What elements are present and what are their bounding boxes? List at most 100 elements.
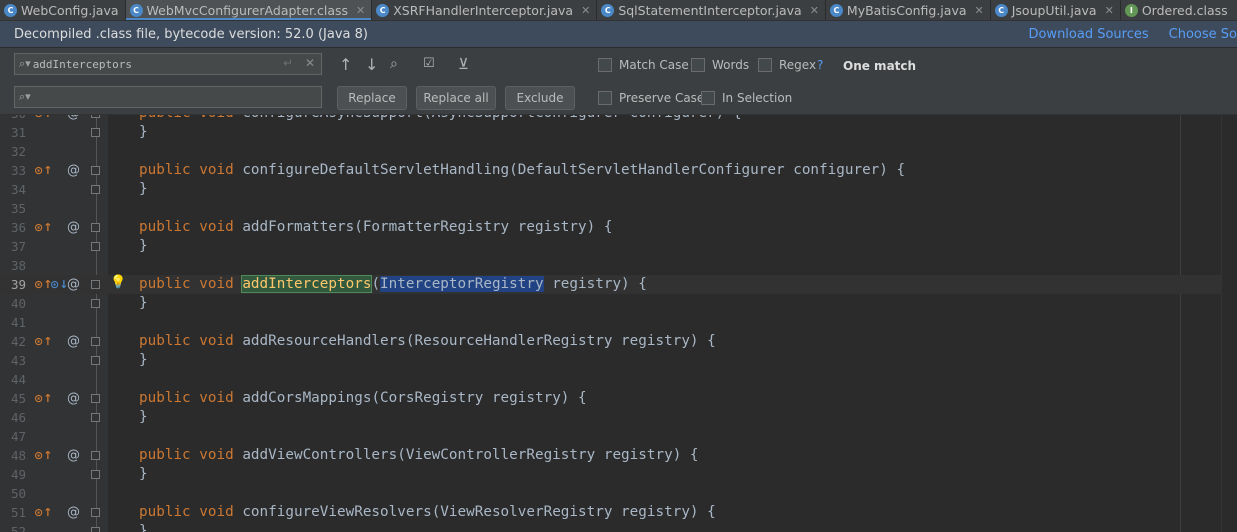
fold-marker-icon[interactable] <box>91 223 100 232</box>
newline-icon[interactable]: ↵ <box>283 56 293 70</box>
tab-4[interactable]: C MyBatisConfig.java ✕ <box>826 0 991 20</box>
override-method-icon[interactable]: ⊙↑ <box>34 446 52 465</box>
code-text[interactable]: public void configureViewResolvers(ViewR… <box>139 503 716 522</box>
search-history-icon[interactable]: ⌕▾ <box>19 57 31 71</box>
code-line[interactable]: 47 <box>0 427 1237 446</box>
override-method-icon[interactable]: ⊙↑ <box>34 115 52 123</box>
code-text[interactable]: public void addViewControllers(ViewContr… <box>139 446 699 465</box>
tab-6[interactable]: IOrdered.class✕ <box>1121 0 1237 20</box>
tab-0[interactable]: C WebConfig.java <box>0 0 126 20</box>
in-selection-checkbox[interactable]: In Selection <box>701 91 792 105</box>
code-line[interactable]: 46} <box>0 408 1237 427</box>
code-text[interactable]: } <box>139 123 148 142</box>
override-method-icon[interactable]: ⊙↑ <box>34 332 52 351</box>
choose-sources-link[interactable]: Choose So <box>1169 27 1237 42</box>
previous-occurrence-icon[interactable]: ↑ <box>339 55 352 74</box>
code-line[interactable]: 44 <box>0 370 1237 389</box>
fold-marker-icon[interactable] <box>91 299 100 308</box>
code-line[interactable]: 49} <box>0 465 1237 484</box>
fold-marker-icon[interactable] <box>91 451 100 460</box>
code-line[interactable]: 48 ⊙↑ @ public void addViewControllers(View… <box>0 446 1237 465</box>
code-line[interactable]: 45 ⊙↑ @ public void addCorsMappings(CorsReg… <box>0 389 1237 408</box>
close-tab-icon[interactable]: ✕ <box>810 4 819 17</box>
fold-marker-icon[interactable] <box>91 280 100 289</box>
code-line[interactable]: 38 <box>0 256 1237 275</box>
fold-marker-icon[interactable] <box>91 508 100 517</box>
code-line[interactable]: 42 ⊙↑ @ public void addResourceHandlers(Res… <box>0 332 1237 351</box>
code-text[interactable]: } <box>139 408 148 427</box>
override-method-icon[interactable]: ⊙↑ <box>34 161 52 180</box>
fold-marker-icon[interactable] <box>91 185 100 194</box>
replace-button[interactable]: Replace <box>337 86 407 110</box>
match-case-checkbox[interactable]: Match Case <box>598 58 689 72</box>
code-line[interactable]: 39 ⊙↑ ⊙↓ @ 💡 public void addInterceptors(Inte… <box>0 275 1237 294</box>
clear-search-icon[interactable]: ✕ <box>305 56 315 70</box>
find-all-occurrences-icon[interactable]: ⌕ <box>390 56 398 72</box>
code-text[interactable]: } <box>139 180 148 199</box>
code-line[interactable]: 37} <box>0 237 1237 256</box>
code-text[interactable]: public void addCorsMappings(CorsRegistry… <box>139 389 587 408</box>
code-line[interactable]: 43} <box>0 351 1237 370</box>
code-text[interactable]: } <box>139 351 148 370</box>
close-tab-icon[interactable]: ✕ <box>581 4 590 17</box>
close-tab-icon[interactable]: ✕ <box>1105 4 1114 17</box>
fold-marker-icon[interactable] <box>91 470 100 479</box>
fold-marker-icon[interactable] <box>91 337 100 346</box>
download-sources-link[interactable]: Download Sources <box>1028 27 1148 42</box>
fold-marker-icon[interactable] <box>91 356 100 365</box>
regex-checkbox[interactable]: Regex <box>758 58 816 72</box>
code-text[interactable]: public void addResourceHandlers(Resource… <box>139 332 716 351</box>
checkbox-box[interactable] <box>691 58 705 72</box>
code-text[interactable]: } <box>139 465 148 484</box>
code-line[interactable]: 50 <box>0 484 1237 503</box>
checkbox-box[interactable] <box>598 91 612 105</box>
replace-history-icon[interactable]: ⌕▾ <box>19 90 31 104</box>
code-line[interactable]: 51 ⊙↑ @ public void configureViewResolvers(… <box>0 503 1237 522</box>
filter-icon[interactable]: ⊻ <box>458 55 469 73</box>
code-line[interactable]: 35 <box>0 199 1237 218</box>
code-line[interactable]: 31} <box>0 123 1237 142</box>
code-line[interactable]: 41 <box>0 313 1237 332</box>
implemented-method-icon[interactable]: ⊙↓ <box>50 275 68 294</box>
checkbox-box[interactable] <box>701 91 715 105</box>
exclude-button[interactable]: Exclude <box>505 86 575 110</box>
checkbox-box[interactable] <box>758 58 772 72</box>
next-occurrence-icon[interactable]: ↓ <box>365 55 378 74</box>
code-line[interactable]: 34} <box>0 180 1237 199</box>
search-value[interactable]: addInterceptors <box>33 58 132 71</box>
code-text[interactable]: public void configureDefaultServletHandl… <box>139 161 905 180</box>
code-text[interactable]: public void configureAsyncSupport(AsyncS… <box>139 115 742 123</box>
close-tab-icon[interactable]: ✕ <box>356 4 365 17</box>
code-line[interactable]: 32 <box>0 142 1237 161</box>
tab-2[interactable]: C XSRFHandlerInterceptor.java ✕ <box>372 0 598 20</box>
search-field[interactable]: ⌕▾ addInterceptors ↵ ✕ <box>14 53 322 75</box>
code-line[interactable]: 40} <box>0 294 1237 313</box>
code-text[interactable]: } <box>139 294 148 313</box>
select-all-occurrences-icon[interactable]: ☑ <box>423 56 435 71</box>
checkbox-box[interactable] <box>598 58 612 72</box>
code-line[interactable]: 36 ⊙↑ @ public void addFormatters(Formatter… <box>0 218 1237 237</box>
code-editor[interactable]: 30 ⊙↑ @ public void configureAsyncSupport(A… <box>0 115 1237 532</box>
fold-marker-icon[interactable] <box>91 128 100 137</box>
preserve-case-checkbox[interactable]: Preserve Case <box>598 91 704 105</box>
code-line[interactable]: 52} <box>0 522 1237 532</box>
override-method-icon[interactable]: ⊙↑ <box>34 503 52 522</box>
code-text[interactable]: } <box>139 522 148 532</box>
override-method-icon[interactable]: ⊙↑ <box>34 389 52 408</box>
fold-marker-icon[interactable] <box>91 394 100 403</box>
intention-bulb-icon[interactable]: 💡 <box>110 273 126 292</box>
close-tab-icon[interactable]: ✕ <box>975 4 984 17</box>
tab-3[interactable]: C SqlStatementInterceptor.java ✕ <box>597 0 826 20</box>
fold-marker-icon[interactable] <box>91 115 100 118</box>
replace-field[interactable]: ⌕▾ <box>14 86 322 108</box>
fold-marker-icon[interactable] <box>91 527 100 532</box>
override-method-icon[interactable]: ⊙↑ <box>34 218 52 237</box>
replace-all-button[interactable]: Replace all <box>416 86 496 110</box>
code-text[interactable]: } <box>139 237 148 256</box>
tab-1[interactable]: C WebMvcConfigurerAdapter.class ✕ <box>125 0 373 20</box>
fold-marker-icon[interactable] <box>91 413 100 422</box>
code-text[interactable]: public void addInterceptors(InterceptorR… <box>139 275 647 294</box>
regex-help-link[interactable]: ? <box>817 58 823 72</box>
words-checkbox[interactable]: Words <box>691 58 749 72</box>
vertical-scrollbar[interactable] <box>1221 115 1237 532</box>
